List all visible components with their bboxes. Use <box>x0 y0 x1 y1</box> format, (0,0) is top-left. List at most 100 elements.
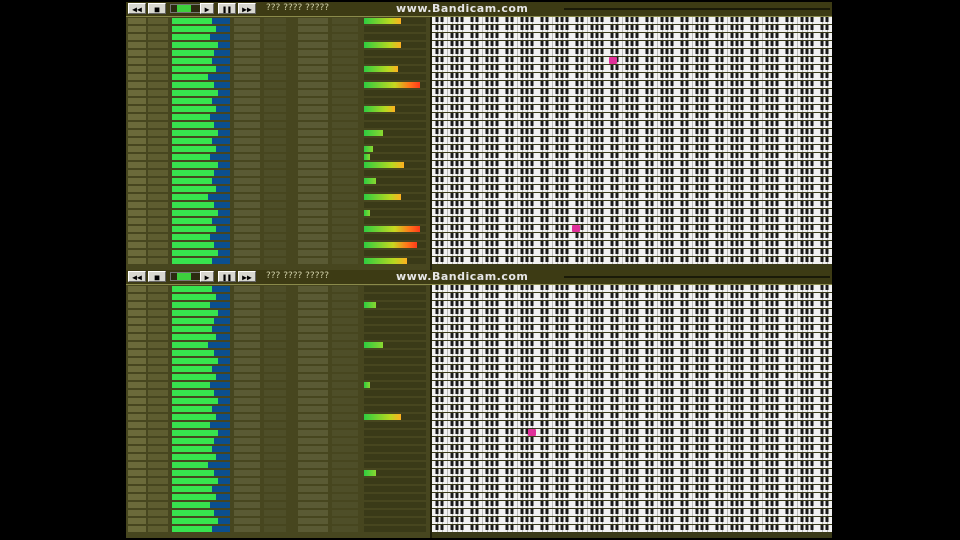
volume-bar[interactable] <box>172 130 230 136</box>
track-row[interactable] <box>126 357 431 365</box>
track-row[interactable] <box>126 413 431 421</box>
track-row[interactable] <box>126 217 431 225</box>
track-row[interactable] <box>126 145 431 153</box>
track-row[interactable] <box>126 121 431 129</box>
volume-bar[interactable] <box>172 326 230 332</box>
volume-bar[interactable] <box>172 526 230 532</box>
track-row[interactable] <box>126 81 431 89</box>
track-row[interactable] <box>126 429 431 437</box>
track-row[interactable] <box>126 201 431 209</box>
track-row[interactable] <box>126 225 431 233</box>
track-row[interactable] <box>126 405 431 413</box>
track-row[interactable] <box>126 241 431 249</box>
volume-bar[interactable] <box>172 286 230 292</box>
volume-bar[interactable] <box>172 318 230 324</box>
volume-bar[interactable] <box>172 358 230 364</box>
volume-bar[interactable] <box>172 414 230 420</box>
track-row[interactable] <box>126 89 431 97</box>
volume-bar[interactable] <box>172 58 230 64</box>
track-row[interactable] <box>126 209 431 217</box>
fast-forward-button[interactable]: ▶▶ <box>238 271 256 282</box>
volume-bar[interactable] <box>172 122 230 128</box>
track-row[interactable] <box>126 477 431 485</box>
track-row[interactable] <box>126 509 431 517</box>
volume-bar[interactable] <box>172 470 230 476</box>
track-row[interactable] <box>126 293 431 301</box>
volume-bar[interactable] <box>172 406 230 412</box>
stop-button[interactable]: ■ <box>148 3 166 14</box>
volume-bar[interactable] <box>172 486 230 492</box>
volume-bar[interactable] <box>172 42 230 48</box>
track-row[interactable] <box>126 445 431 453</box>
track-row[interactable] <box>126 469 431 477</box>
track-row[interactable] <box>126 169 431 177</box>
volume-bar[interactable] <box>172 186 230 192</box>
volume-bar[interactable] <box>172 422 230 428</box>
volume-bar[interactable] <box>172 178 230 184</box>
volume-bar[interactable] <box>172 82 230 88</box>
volume-bar[interactable] <box>172 170 230 176</box>
track-row[interactable] <box>126 317 431 325</box>
volume-bar[interactable] <box>172 374 230 380</box>
track-row[interactable] <box>126 17 431 25</box>
volume-bar[interactable] <box>172 462 230 468</box>
pause-button[interactable]: ❚❚ <box>218 271 236 282</box>
volume-bar[interactable] <box>172 502 230 508</box>
volume-bar[interactable] <box>172 226 230 232</box>
volume-bar[interactable] <box>172 382 230 388</box>
track-row[interactable] <box>126 57 431 65</box>
track-row[interactable] <box>126 65 431 73</box>
track-row[interactable] <box>126 33 431 41</box>
track-row[interactable] <box>126 485 431 493</box>
play-button[interactable]: ▶ <box>200 3 214 14</box>
track-row[interactable] <box>126 365 431 373</box>
fast-forward-button[interactable]: ▶▶ <box>238 3 256 14</box>
track-row[interactable] <box>126 41 431 49</box>
track-row[interactable] <box>126 397 431 405</box>
volume-bar[interactable] <box>172 106 230 112</box>
volume-bar[interactable] <box>172 302 230 308</box>
track-row[interactable] <box>126 49 431 57</box>
volume-bar[interactable] <box>172 310 230 316</box>
volume-bar[interactable] <box>172 294 230 300</box>
track-row[interactable] <box>126 461 431 469</box>
volume-bar[interactable] <box>172 218 230 224</box>
seek-knob[interactable] <box>177 5 191 12</box>
volume-bar[interactable] <box>172 66 230 72</box>
track-row[interactable] <box>126 525 431 533</box>
volume-bar[interactable] <box>172 454 230 460</box>
volume-bar[interactable] <box>172 334 230 340</box>
volume-bar[interactable] <box>172 74 230 80</box>
track-row[interactable] <box>126 381 431 389</box>
track-row[interactable] <box>126 153 431 161</box>
volume-bar[interactable] <box>172 154 230 160</box>
volume-bar[interactable] <box>172 518 230 524</box>
volume-bar[interactable] <box>172 90 230 96</box>
volume-bar[interactable] <box>172 210 230 216</box>
track-row[interactable] <box>126 105 431 113</box>
volume-bar[interactable] <box>172 98 230 104</box>
rewind-button[interactable]: ◀◀ <box>128 271 146 282</box>
seek-knob[interactable] <box>177 273 191 280</box>
track-row[interactable] <box>126 453 431 461</box>
volume-bar[interactable] <box>172 26 230 32</box>
volume-bar[interactable] <box>172 202 230 208</box>
track-row[interactable] <box>126 501 431 509</box>
track-row[interactable] <box>126 73 431 81</box>
track-row[interactable] <box>126 161 431 169</box>
volume-bar[interactable] <box>172 114 230 120</box>
track-row[interactable] <box>126 193 431 201</box>
volume-bar[interactable] <box>172 390 230 396</box>
volume-bar[interactable] <box>172 258 230 264</box>
volume-bar[interactable] <box>172 146 230 152</box>
volume-bar[interactable] <box>172 430 230 436</box>
volume-bar[interactable] <box>172 510 230 516</box>
volume-bar[interactable] <box>172 494 230 500</box>
play-button[interactable]: ▶ <box>200 271 214 282</box>
volume-bar[interactable] <box>172 194 230 200</box>
volume-bar[interactable] <box>172 50 230 56</box>
volume-bar[interactable] <box>172 18 230 24</box>
track-row[interactable] <box>126 285 431 293</box>
volume-bar[interactable] <box>172 366 230 372</box>
volume-bar[interactable] <box>172 478 230 484</box>
